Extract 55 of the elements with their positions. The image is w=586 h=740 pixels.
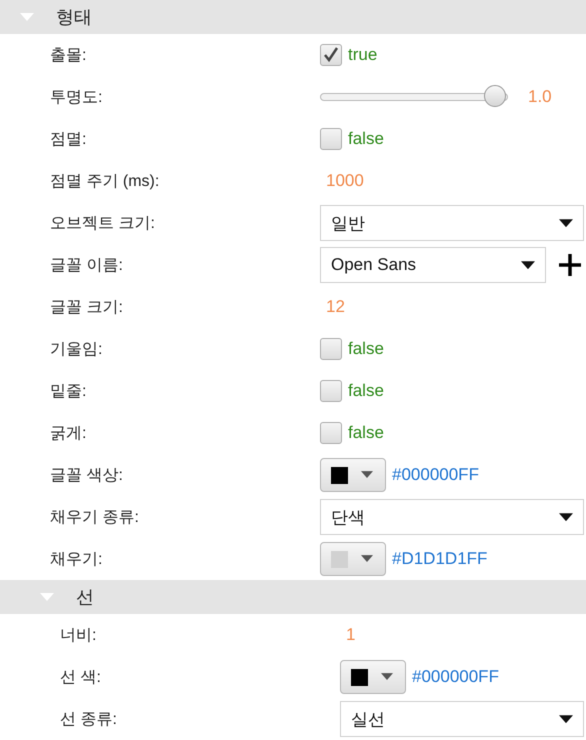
- caret-icon: [361, 555, 373, 563]
- section-header[interactable]: 선: [0, 580, 586, 614]
- color-picker-button[interactable]: [340, 660, 406, 694]
- dropdown[interactable]: 단색: [320, 499, 584, 535]
- checkbox-value: false: [348, 381, 384, 401]
- property-label: 글꼴 이름:: [50, 256, 124, 276]
- caret-icon: [559, 218, 573, 228]
- checkbox-value: false: [348, 129, 384, 149]
- checkbox[interactable]: [320, 44, 342, 66]
- number-value: 1: [346, 625, 356, 645]
- font-dropdown[interactable]: Open Sans: [320, 247, 546, 283]
- slider-track[interactable]: [320, 85, 508, 109]
- property-label: 기울임:: [50, 340, 104, 360]
- property-label: 글꼴 크기:: [50, 298, 124, 318]
- checkbox[interactable]: [320, 128, 342, 150]
- caret-icon: [559, 512, 573, 522]
- property-label: 선 종류:: [60, 710, 118, 730]
- property-label: 밑줄:: [50, 382, 88, 402]
- color-value: #000000FF: [392, 465, 479, 485]
- property-label: 너비:: [60, 626, 98, 646]
- checkbox[interactable]: [320, 380, 342, 402]
- property-label: 선 색:: [60, 668, 102, 688]
- number-value: 1000: [326, 171, 364, 191]
- color-value: #000000FF: [412, 667, 499, 687]
- section-header[interactable]: 형태: [0, 0, 586, 34]
- property-label: 글꼴 색상:: [50, 466, 124, 486]
- color-picker-button[interactable]: [320, 542, 386, 576]
- plus-icon[interactable]: [558, 253, 582, 277]
- checkbox[interactable]: [320, 338, 342, 360]
- collapse-triangle-icon[interactable]: [20, 12, 34, 22]
- caret-icon: [381, 673, 393, 681]
- property-label: 투명도:: [50, 88, 104, 108]
- caret-icon: [559, 714, 573, 724]
- dropdown[interactable]: 실선: [340, 701, 584, 737]
- checkbox-value: false: [348, 339, 384, 359]
- collapse-triangle-icon[interactable]: [40, 592, 54, 602]
- caret-icon: [521, 260, 535, 270]
- property-label: 점멸 주기 (ms):: [50, 172, 160, 192]
- checkmark-icon: [323, 47, 339, 63]
- color-picker-button[interactable]: [320, 458, 386, 492]
- property-label: 점멸:: [50, 130, 88, 150]
- dropdown[interactable]: 일반: [320, 205, 584, 241]
- property-label: 오브젝트 크기:: [50, 214, 156, 234]
- checkbox-value: true: [348, 45, 378, 65]
- slider-reading: 1.0: [528, 87, 552, 107]
- checkbox[interactable]: [320, 422, 342, 444]
- property-label: 채우기 종류:: [50, 508, 140, 528]
- color-value: #D1D1D1FF: [392, 549, 488, 569]
- slider-thumb[interactable]: [484, 85, 506, 107]
- property-label: 채우기:: [50, 550, 104, 570]
- property-label: 굵게:: [50, 424, 88, 444]
- checkbox-value: false: [348, 423, 384, 443]
- number-value: 12: [326, 297, 345, 317]
- property-label: 출몰:: [50, 46, 88, 66]
- caret-icon: [361, 471, 373, 479]
